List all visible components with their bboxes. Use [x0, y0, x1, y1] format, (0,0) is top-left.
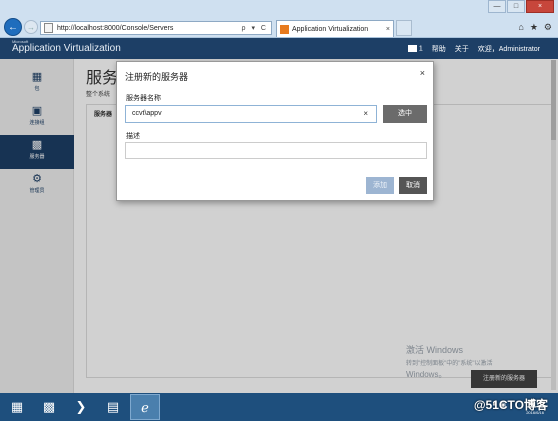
- address-bar[interactable]: http://localhost:8000/Console/Servers ρ …: [40, 21, 272, 35]
- page-icon: [44, 23, 53, 33]
- message-icon: [407, 45, 417, 53]
- minimize-button[interactable]: —: [488, 0, 506, 13]
- settings-gear-icon[interactable]: ⚙: [544, 22, 552, 33]
- server-name-value[interactable]: ccvt\appv: [132, 110, 162, 117]
- browser-toolbar-icons: ⌂ ★ ⚙: [518, 22, 552, 33]
- browser-chrome: — □ × ← → http://localhost:8000/Console/…: [0, 0, 558, 38]
- server-name-input[interactable]: ccvt\appv ×: [125, 105, 377, 123]
- taskbar-explorer[interactable]: ▤: [98, 394, 128, 420]
- help-link[interactable]: 帮助: [432, 44, 446, 54]
- server-manager-icon: ▩: [42, 399, 56, 414]
- about-link[interactable]: 关于: [455, 44, 469, 54]
- select-button[interactable]: 选中: [383, 105, 427, 123]
- powershell-icon: ❯: [75, 399, 87, 414]
- folder-icon: ▤: [106, 399, 120, 414]
- home-icon[interactable]: ⌂: [518, 22, 523, 33]
- favorites-star-icon[interactable]: ★: [530, 22, 538, 33]
- back-button[interactable]: ←: [4, 18, 22, 36]
- favicon-icon: [280, 24, 289, 34]
- add-button[interactable]: 添加: [366, 177, 394, 194]
- back-arrow-icon: ←: [8, 22, 18, 33]
- taskbar-internet-explorer[interactable]: ℯ: [130, 394, 160, 420]
- taskbar-powershell[interactable]: ❯: [66, 394, 96, 420]
- internet-explorer-icon: ℯ: [141, 400, 149, 415]
- clock-date: 2016/6/16: [526, 410, 544, 415]
- maximize-button[interactable]: □: [507, 0, 525, 13]
- new-tab-button[interactable]: [396, 20, 412, 36]
- description-label: 描述: [126, 133, 140, 140]
- clear-input-icon[interactable]: ×: [363, 109, 368, 118]
- cancel-button[interactable]: 取消: [399, 177, 427, 194]
- tab-close-button[interactable]: ×: [386, 26, 393, 33]
- welcome-user[interactable]: 欢迎，Administrator: [478, 44, 540, 54]
- server-name-label: 服务器名称: [126, 95, 161, 102]
- browser-tab[interactable]: Application Virtualization ×: [276, 20, 394, 37]
- window-close-button[interactable]: ×: [526, 0, 554, 13]
- header-menu: 1 帮助 关于 欢迎，Administrator: [407, 44, 540, 54]
- app-header: Microsoft Application Virtualization 1 帮…: [0, 38, 558, 59]
- description-input[interactable]: [125, 142, 427, 159]
- forward-arrow-icon: →: [27, 23, 35, 32]
- window-controls: — □ ×: [488, 0, 554, 13]
- url-text[interactable]: http://localhost:8000/Console/Servers: [57, 25, 242, 32]
- forward-button[interactable]: →: [24, 20, 38, 34]
- address-tools[interactable]: ρ ▾ C: [242, 24, 271, 32]
- dialog-title: 注册新的服务器: [125, 72, 189, 82]
- dialog-close-icon[interactable]: ×: [420, 68, 425, 78]
- tab-title: Application Virtualization: [292, 25, 369, 33]
- app-brand: Application Virtualization: [12, 43, 121, 54]
- message-count: 1: [418, 45, 423, 53]
- register-server-dialog: 注册新的服务器 × 服务器名称 ccvt\appv × 选中 描述 添加 取消: [116, 61, 434, 201]
- windows-logo-icon: ▦: [10, 399, 24, 414]
- messages-link[interactable]: 1: [407, 45, 423, 53]
- taskbar-server-manager[interactable]: ▩: [34, 394, 64, 420]
- start-button[interactable]: ▦: [2, 394, 32, 420]
